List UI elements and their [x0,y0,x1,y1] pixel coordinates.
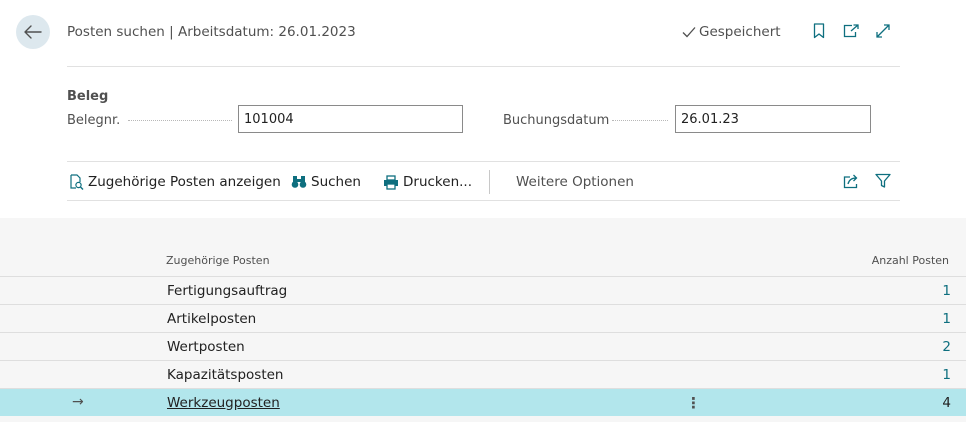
table-row-selected[interactable]: → Werkzeugposten ⋮ 4 [0,388,966,416]
section-label-beleg: Beleg [67,89,109,104]
bookmark-button[interactable] [810,22,828,40]
buchungsdatum-leader-dots [612,120,668,121]
filter-icon [875,173,891,188]
row-count-link[interactable]: 1 [942,367,951,383]
saved-label: Gespeichert [699,24,781,40]
share-button[interactable] [842,172,860,190]
open-new-window-button[interactable] [842,22,860,40]
open-new-window-icon [843,24,859,38]
row-selected-arrow-icon: → [72,394,84,410]
row-name: Fertigungsauftrag [167,283,288,299]
belegnr-label: Belegnr. [67,113,121,128]
table-row[interactable]: Artikelposten 1 [0,304,966,332]
row-name-link[interactable]: Werkzeugposten [167,395,280,411]
printer-icon [384,174,398,190]
belegnr-input[interactable] [238,105,463,133]
row-count-link[interactable]: 4 [942,395,951,411]
search-button[interactable]: Suchen [291,174,361,190]
buchungsdatum-label: Buchungsdatum [503,113,610,128]
expand-button[interactable] [874,22,892,40]
bookmark-icon [813,23,825,39]
buchungsdatum-input[interactable] [675,105,871,133]
show-related-entries-button[interactable]: Zugehörige Posten anzeigen [69,174,281,190]
column-header-related-entries[interactable]: Zugehörige Posten [166,254,270,267]
column-header-entry-count[interactable]: Anzahl Posten [872,254,949,267]
share-icon [843,174,857,188]
checkmark-icon [682,27,696,38]
row-count-link[interactable]: 2 [942,339,951,355]
table-row[interactable]: Fertigungsauftrag 1 [0,276,966,304]
row-name: Wertposten [167,339,245,355]
binoculars-icon [291,176,307,188]
back-button[interactable] [16,15,50,49]
arrow-left-icon [24,25,42,39]
header-divider [67,66,900,67]
row-count-link[interactable]: 1 [942,311,951,327]
print-label: Drucken... [403,174,472,190]
print-button[interactable]: Drucken... [383,174,472,190]
table-row[interactable]: Kapazitätsposten 1 [0,360,966,388]
row-count-link[interactable]: 1 [942,283,951,299]
action-separator [489,170,490,194]
page-title: Posten suchen | Arbeitsdatum: 26.01.2023 [67,24,356,40]
actions-bottom-divider [67,200,900,201]
document-search-icon [70,174,84,190]
row-name: Kapazitätsposten [167,367,284,383]
show-related-entries-label: Zugehörige Posten anzeigen [88,174,281,190]
saved-status: Gespeichert [682,24,781,40]
more-options-button[interactable]: Weitere Optionen [516,174,634,190]
expand-icon [876,24,890,38]
search-label: Suchen [311,174,361,190]
table-row[interactable]: Wertposten 2 [0,332,966,360]
actions-top-divider [67,161,900,162]
filter-button[interactable] [874,172,892,190]
row-name: Artikelposten [167,311,257,327]
row-actions-more-icon[interactable]: ⋮ [686,394,701,412]
belegnr-leader-dots [128,120,232,121]
